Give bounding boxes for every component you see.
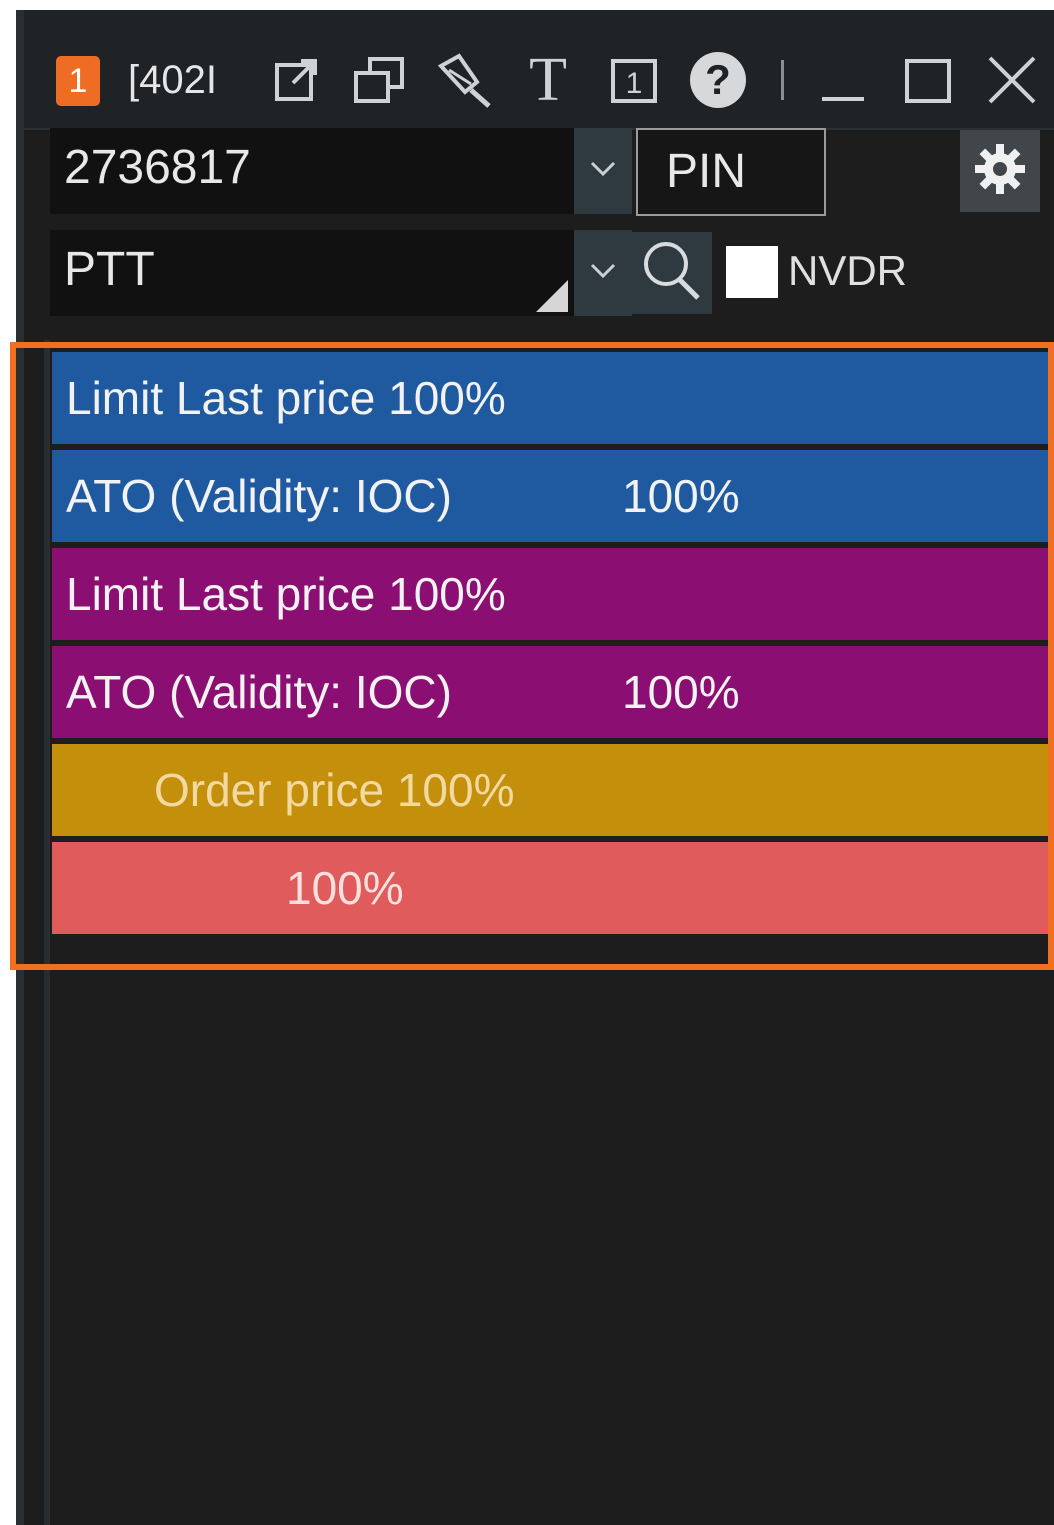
- link-1-icon[interactable]: 1: [606, 48, 662, 112]
- close-icon[interactable]: [982, 48, 1042, 112]
- svg-text:?: ?: [705, 56, 731, 103]
- symbol-dropdown-button[interactable]: [574, 230, 632, 316]
- order-preset-row[interactable]: Limit Last price 100%: [52, 352, 1052, 444]
- popout-icon[interactable]: [266, 48, 326, 112]
- settings-button[interactable]: [960, 130, 1040, 212]
- chevron-down-icon: [590, 161, 616, 182]
- order-preset-row[interactable]: Limit Last price 100%: [52, 548, 1052, 640]
- order-preset-label: ATO (Validity: IOC): [66, 666, 452, 718]
- window-title: [402I: [128, 58, 217, 102]
- pin-tool-icon[interactable]: [428, 48, 498, 112]
- nvdr-checkbox[interactable]: [726, 246, 778, 298]
- symbol-input[interactable]: PTT: [50, 230, 574, 316]
- order-preset-row[interactable]: 100%: [52, 842, 1052, 934]
- search-button[interactable]: [632, 232, 712, 314]
- inner-rail: [44, 340, 50, 1525]
- order-preset-quantity: 100%: [622, 470, 740, 522]
- maximize-icon[interactable]: [898, 48, 958, 112]
- toolbar-separator: [776, 48, 788, 112]
- order-preset-label: 100%: [286, 862, 404, 914]
- order-preset-quantity: 100%: [622, 666, 740, 718]
- gear-icon: [973, 142, 1027, 201]
- resize-corner-icon: [536, 280, 568, 312]
- window-number-badge: 1: [56, 56, 100, 106]
- order-preset-label: Limit Last price 100%: [66, 568, 506, 620]
- account-dropdown-button[interactable]: [574, 128, 632, 214]
- left-rail: [16, 10, 24, 1525]
- search-icon: [642, 240, 702, 307]
- pin-field[interactable]: PIN: [636, 128, 826, 216]
- order-preset-label: Order price 100%: [154, 764, 515, 816]
- nvdr-label: NVDR: [788, 247, 908, 294]
- svg-text:1: 1: [626, 67, 643, 100]
- help-icon[interactable]: ?: [686, 48, 750, 112]
- minimize-icon[interactable]: [814, 48, 872, 112]
- order-preset-row[interactable]: Order price 100%: [52, 744, 1052, 836]
- title-bar: 1 [402I T 1 ?: [24, 10, 1054, 130]
- order-preset-row[interactable]: ATO (Validity: IOC) 100%: [52, 450, 1052, 542]
- account-input[interactable]: 2736817: [50, 128, 574, 214]
- text-icon[interactable]: T: [518, 46, 578, 114]
- order-preset-label: ATO (Validity: IOC): [66, 470, 452, 522]
- order-preset-label: Limit Last price 100%: [66, 372, 506, 424]
- chevron-down-icon: [590, 263, 616, 284]
- order-preset-row[interactable]: ATO (Validity: IOC) 100%: [52, 646, 1052, 738]
- duplicate-window-icon[interactable]: [348, 48, 410, 112]
